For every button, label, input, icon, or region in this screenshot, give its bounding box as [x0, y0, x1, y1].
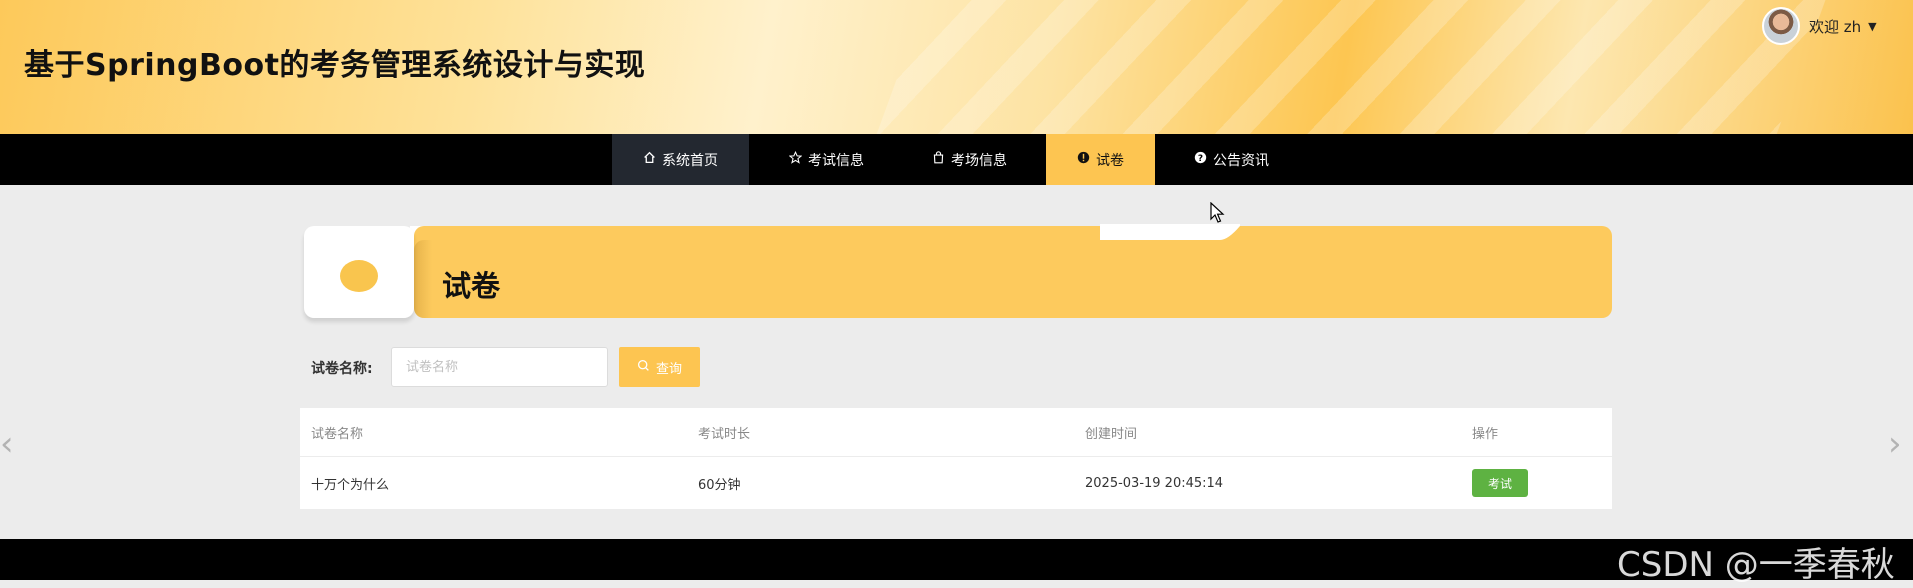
action-cell: 考试 [1472, 457, 1528, 509]
caret-down-icon[interactable]: ▼ [1868, 20, 1876, 33]
nav-item-home[interactable]: 系统首页 [612, 134, 749, 185]
table-row: 十万个为什么 60分钟 2025-03-19 20:45:14 考试 [300, 457, 1612, 509]
nav-label: 系统首页 [662, 152, 718, 169]
search-icon [637, 359, 650, 376]
main-nav: 系统首页 考试信息 考场信息 试卷 ? 公告资讯 [0, 134, 1913, 185]
star-icon [788, 150, 803, 168]
prev-arrow-icon[interactable]: ‹ [0, 424, 14, 464]
nav-label: 试卷 [1096, 152, 1124, 169]
take-exam-button[interactable]: 考试 [1472, 469, 1528, 497]
user-menu[interactable]: 欢迎 zh ▼ [1762, 6, 1877, 46]
banner-shade [414, 240, 432, 318]
search-button[interactable]: 查询 [619, 347, 700, 387]
column-header: 考试时长 [698, 426, 751, 442]
column-header: 创建时间 [1085, 426, 1138, 442]
search-button-label: 查询 [655, 361, 682, 377]
papers-table: 试卷名称 考试时长 创建时间 操作 十万个为什么 60分钟 2025-03-19… [300, 408, 1612, 509]
home-icon [643, 151, 656, 168]
mouse-cursor-icon [1210, 202, 1225, 223]
duration-cell: 60分钟 [698, 477, 741, 493]
welcome-text[interactable]: 欢迎 zh [1809, 16, 1861, 37]
watermark: CSDN @一季春秋 [1617, 545, 1895, 585]
bag-icon [932, 151, 945, 168]
paper-name-cell: 十万个为什么 [311, 477, 390, 493]
nav-label: 公告资讯 [1213, 152, 1269, 169]
table-header: 试卷名称 考试时长 创建时间 操作 [300, 408, 1612, 457]
paper-name-search-input[interactable] [391, 347, 608, 387]
created-time-cell: 2025-03-19 20:45:14 [1085, 475, 1224, 491]
avatar[interactable] [1762, 7, 1800, 45]
nav-item-venue-info[interactable]: 考场信息 [903, 134, 1036, 185]
section-title: 试卷 [442, 269, 501, 303]
column-header: 试卷名称 [311, 426, 364, 442]
header-banner: 基于SpringBoot的考务管理系统设计与实现 欢迎 zh ▼ [0, 0, 1913, 134]
search-label: 试卷名称: [311, 361, 373, 377]
banner-fold-decoration [1100, 224, 1240, 240]
nav-item-exam-info[interactable]: 考试信息 [760, 134, 893, 185]
question-icon: ? [1194, 151, 1207, 168]
nav-item-announcements[interactable]: ? 公告资讯 [1165, 134, 1298, 185]
column-header: 操作 [1472, 426, 1499, 442]
nav-label: 考试信息 [808, 152, 864, 169]
alert-icon [1077, 151, 1090, 168]
nav-label: 考场信息 [951, 152, 1007, 169]
section-banner [414, 226, 1612, 318]
site-title: 基于SpringBoot的考务管理系统设计与实现 [24, 48, 646, 83]
svg-text:?: ? [1198, 154, 1203, 164]
banner-dot [340, 260, 378, 292]
nav-item-papers[interactable]: 试卷 [1046, 134, 1155, 185]
next-arrow-icon[interactable]: › [1888, 424, 1902, 464]
